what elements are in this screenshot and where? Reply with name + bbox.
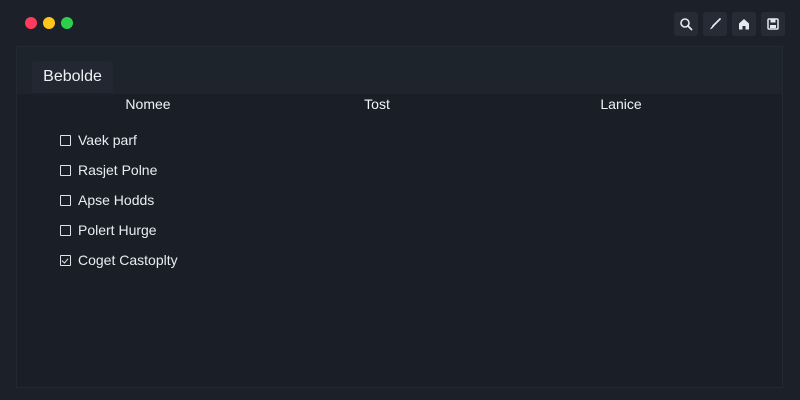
column-header-tost[interactable]: Tost [364, 96, 390, 112]
list-item: Apse Hodds [60, 185, 178, 215]
section-tab[interactable]: Bebolde [32, 61, 113, 93]
task-label: Vaek parf [78, 132, 137, 148]
main-panel: Bebolde Nomee Tost Lanice Vaek parf Rasj… [16, 46, 783, 388]
app-window: Bebolde Nomee Tost Lanice Vaek parf Rasj… [0, 0, 800, 400]
task-checkbox[interactable] [60, 254, 71, 266]
home-icon [737, 17, 751, 31]
task-label: Apse Hodds [78, 192, 155, 208]
brush-button[interactable] [703, 12, 727, 36]
panel-header: Bebolde [17, 47, 782, 94]
toolbar [674, 12, 785, 36]
list-item: Polert Hurge [60, 215, 178, 245]
minimize-window-button[interactable] [43, 17, 55, 29]
list-item: Coget Castoplty [60, 245, 178, 275]
list-item: Rasjet Polne [60, 155, 178, 185]
save-button[interactable] [761, 12, 785, 36]
task-label: Polert Hurge [78, 222, 157, 238]
brush-icon [708, 17, 722, 31]
search-button[interactable] [674, 12, 698, 36]
title-bar [0, 0, 800, 46]
task-checkbox[interactable] [60, 224, 71, 236]
task-label: Coget Castoplty [78, 252, 178, 268]
task-checkbox[interactable] [60, 194, 71, 206]
task-checkbox[interactable] [60, 164, 71, 176]
column-header-lanice[interactable]: Lanice [600, 96, 641, 112]
save-icon [766, 17, 780, 31]
maximize-window-button[interactable] [61, 17, 73, 29]
search-icon [679, 17, 693, 31]
task-list: Vaek parf Rasjet Polne Apse Hodds Polert… [60, 125, 178, 275]
home-button[interactable] [732, 12, 756, 36]
task-label: Rasjet Polne [78, 162, 158, 178]
list-item: Vaek parf [60, 125, 178, 155]
close-window-button[interactable] [25, 17, 37, 29]
column-header-name[interactable]: Nomee [125, 96, 170, 112]
task-checkbox[interactable] [60, 134, 71, 146]
